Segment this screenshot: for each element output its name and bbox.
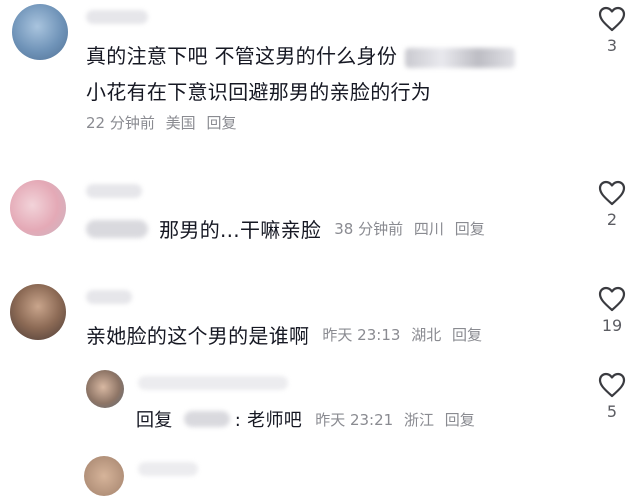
timestamp: 38 分钟前 [334, 220, 404, 238]
reply-button[interactable]: 回复 [455, 220, 485, 238]
username[interactable] [86, 184, 142, 198]
like-button[interactable]: 19 [596, 286, 628, 335]
username[interactable] [138, 376, 288, 390]
reply-text: 回复 : 老师吧 昨天 23:21 浙江 回复 [136, 410, 475, 431]
comment-text: 那男的...干嘛亲脸 38 分钟前 四川 回复 [86, 214, 491, 243]
avatar[interactable] [10, 180, 66, 236]
like-count: 3 [606, 36, 618, 55]
comment-text-continued: 小花有在下意识回避那男的亲脸的行为 [86, 80, 432, 104]
comment-item-partial [0, 452, 640, 496]
like-button[interactable]: 3 [596, 6, 628, 55]
reply-button[interactable]: 回复 [452, 326, 482, 344]
comment-item: 那男的...干嘛亲脸 38 分钟前 四川 回复 2 [0, 170, 640, 270]
location: 浙江 [403, 410, 434, 429]
comment-text: 真的注意下吧 不管这男的什么身份 [86, 40, 516, 69]
reply-button[interactable]: 回复 [445, 411, 475, 429]
location: 美国 [165, 114, 196, 132]
comment-text: 亲她脸的这个男的是谁啊 昨天 23:13 湖北 回复 [86, 324, 482, 348]
like-button[interactable]: 2 [596, 180, 628, 229]
location: 湖北 [411, 326, 442, 344]
like-count: 19 [601, 316, 623, 335]
mention[interactable] [183, 411, 230, 427]
timestamp: 昨天 23:13 [322, 326, 401, 344]
username[interactable] [86, 290, 132, 304]
mention[interactable] [86, 219, 148, 238]
reply-button[interactable]: 回复 [206, 114, 236, 132]
heart-outline-icon [598, 286, 626, 312]
heart-outline-icon [598, 372, 626, 398]
comment-item: 真的注意下吧 不管这男的什么身份 小花有在下意识回避那男的亲脸的行为 22 分钟… [0, 0, 640, 150]
comment-meta: 22 分钟前 美国 回复 [86, 112, 242, 133]
redacted-text [405, 47, 516, 68]
timestamp: 22 分钟前 [86, 114, 155, 132]
comment-item: 亲她脸的这个男的是谁啊 昨天 23:13 湖北 回复 19 [0, 278, 640, 358]
like-count: 5 [606, 402, 618, 421]
avatar[interactable] [86, 370, 124, 408]
timestamp: 昨天 23:21 [315, 410, 394, 429]
location: 四川 [413, 220, 444, 238]
like-button[interactable]: 5 [596, 372, 628, 421]
avatar[interactable] [10, 284, 66, 340]
avatar[interactable] [12, 4, 68, 60]
heart-outline-icon [598, 6, 626, 32]
like-count: 2 [606, 210, 618, 229]
avatar[interactable] [84, 456, 124, 496]
reply-item: 回复 : 老师吧 昨天 23:21 浙江 回复 5 [0, 364, 640, 444]
heart-outline-icon [598, 180, 626, 206]
username[interactable] [86, 10, 148, 24]
